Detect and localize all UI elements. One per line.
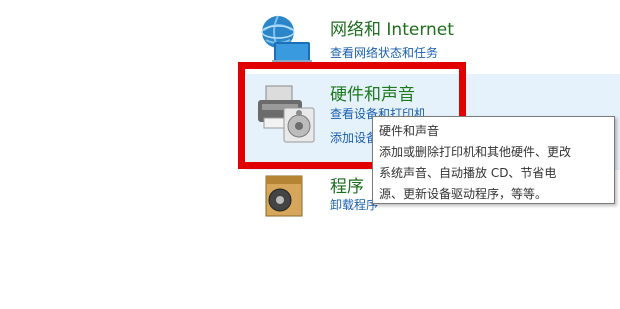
tooltip-line-1: 添加或删除打印机和其他硬件、更改 [379,145,572,159]
tooltip-title: 硬件和声音 [379,124,440,138]
uninstall-program-link[interactable]: 卸载程序 [330,196,378,213]
network-globe-icon[interactable] [254,10,314,70]
network-category-title[interactable]: 网络和 Internet [330,15,454,40]
tooltip-line-3: 源、更新设备驱动程序，等等。 [379,187,548,201]
tooltip-line-2: 系统声音、自动播放 CD、节省电 [379,166,557,180]
network-status-link[interactable]: 查看网络状态和任务 [330,44,438,61]
programs-category-title[interactable]: 程序 [330,172,364,197]
hardware-tooltip: 硬件和声音 添加或删除打印机和其他硬件、更改 系统声音、自动播放 CD、节省电 … [372,116,615,204]
programs-box-icon[interactable] [262,172,306,218]
